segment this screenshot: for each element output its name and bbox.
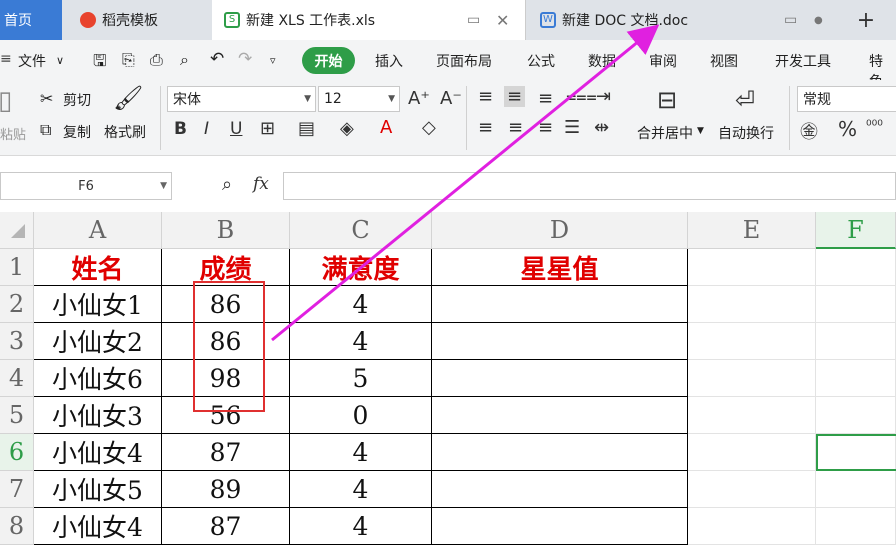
annotation-arrow [271, 24, 660, 342]
